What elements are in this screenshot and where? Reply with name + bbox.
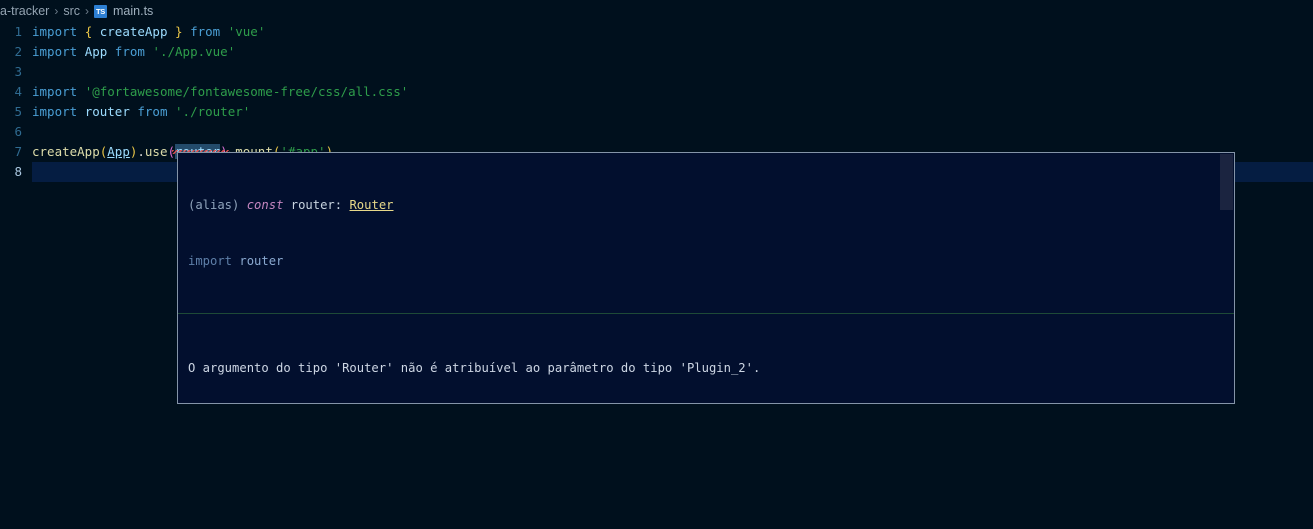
tooltip-header: (alias) const router: Router import rout… [178, 153, 1234, 314]
token-brace-open: { [84, 24, 93, 39]
code-line[interactable]: 6 [0, 122, 1313, 142]
token-module-string: './App.vue' [152, 44, 236, 59]
line-number: 1 [14, 24, 22, 39]
token-router: router [84, 104, 130, 119]
breadcrumb-item-project[interactable]: a-tracker [0, 4, 49, 18]
line-number: 4 [14, 84, 22, 99]
code-line[interactable]: 3 [0, 62, 1313, 82]
token-createapp-call: createApp [32, 144, 100, 159]
symbol-name: router: [290, 198, 343, 213]
const-keyword: const [246, 198, 284, 213]
token-brace-close: } [175, 24, 183, 39]
import-keyword: import [188, 253, 233, 268]
line-number: 8 [14, 164, 22, 179]
line-number: 2 [14, 44, 22, 59]
token-app-arg: App [107, 144, 130, 159]
code-line[interactable]: 2 import App from './App.vue' [0, 42, 1313, 62]
line-number: 7 [14, 144, 22, 159]
hover-tooltip[interactable]: (alias) const router: Router import rout… [177, 152, 1235, 404]
line-number: 5 [14, 104, 22, 119]
token-module-string: './router' [175, 104, 251, 119]
token-createapp: createApp [99, 24, 168, 39]
typescript-file-icon: TS [94, 4, 107, 18]
breadcrumb-separator-icon: › [54, 4, 59, 18]
symbol-type-link[interactable]: Router [349, 198, 393, 212]
line-number: 6 [14, 124, 22, 139]
breadcrumb-separator-icon: › [85, 4, 89, 18]
breadcrumb-item-file[interactable]: main.ts [113, 4, 153, 18]
token-import-keyword: import [32, 24, 78, 39]
code-line[interactable]: 4 import '@fortawesome/fontawesome-free/… [0, 82, 1313, 102]
line-content: import { createApp } from 'vue' [32, 22, 265, 42]
breadcrumb[interactable]: a-tracker › src › TS main.ts [0, 0, 1313, 22]
line-content: import App from './App.vue' [32, 42, 235, 62]
token-import-keyword: import [32, 104, 78, 119]
token-from-keyword: from [114, 44, 145, 59]
breadcrumb-item-src[interactable]: src [63, 4, 80, 18]
tooltip-import-line: import router [188, 252, 1224, 271]
import-name: router [239, 253, 284, 268]
token-from-keyword: from [137, 104, 168, 119]
token-module-string: '@fortawesome/fontawesome-free/css/all.c… [84, 84, 409, 99]
token-app: App [84, 44, 108, 59]
token-module-string: 'vue' [227, 24, 266, 39]
token-use-method: use [144, 144, 168, 159]
tooltip-scrollbar[interactable] [1220, 154, 1233, 210]
token-import-keyword: import [32, 44, 78, 59]
token-import-keyword: import [32, 84, 78, 99]
token-from-keyword: from [190, 24, 221, 39]
line-number: 3 [14, 64, 22, 79]
tooltip-error-body: O argumento do tipo 'Router' não é atrib… [178, 314, 1234, 403]
error-line: O argumento do tipo 'Router' não é atrib… [188, 360, 761, 375]
vscode-editor-window: a-tracker › src › TS main.ts 1 import { … [0, 0, 1313, 529]
code-line[interactable]: 5 import router from './router' [0, 102, 1313, 122]
line-content: import '@fortawesome/fontawesome-free/cs… [32, 82, 408, 102]
code-line[interactable]: 1 import { createApp } from 'vue' [0, 22, 1313, 42]
tooltip-signature: (alias) const router: Router [188, 196, 1224, 215]
line-content: import router from './router' [32, 102, 250, 122]
token-dot: . [137, 144, 145, 159]
alias-label: (alias) [188, 198, 240, 213]
